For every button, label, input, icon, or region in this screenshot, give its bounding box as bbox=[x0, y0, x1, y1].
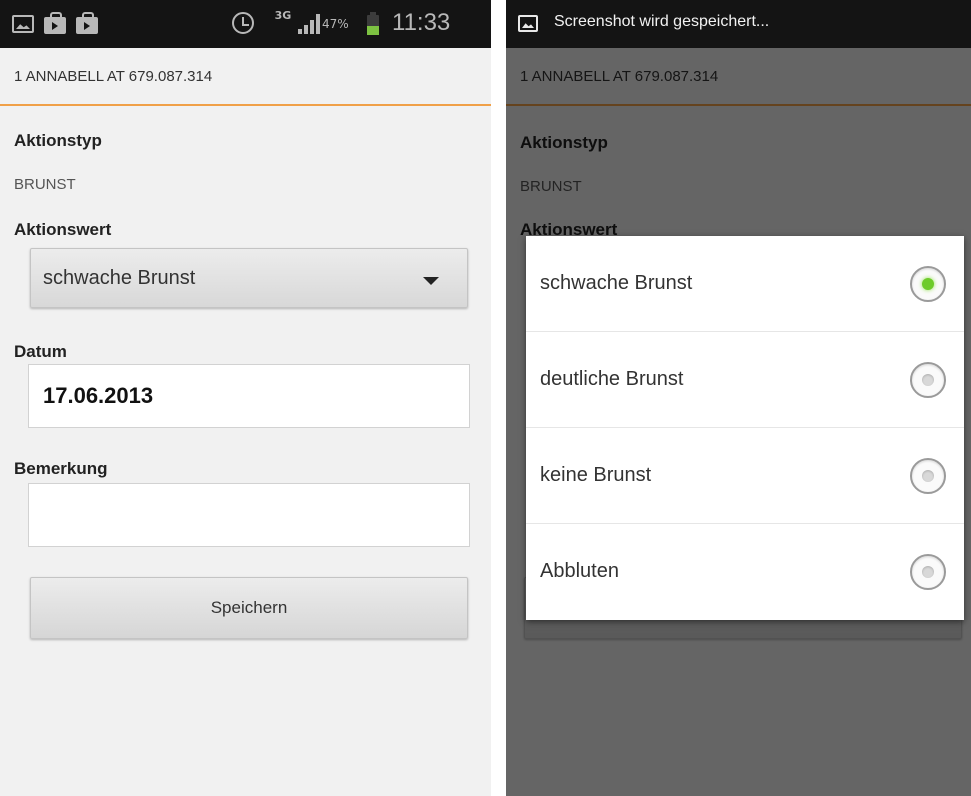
title-bar: 1 ANNABELL AT 679.087.314 bbox=[0, 48, 491, 106]
save-button[interactable]: Speichern bbox=[30, 577, 468, 639]
battery-icon bbox=[367, 12, 379, 35]
option-dialog: schwache Brunst deutliche Brunst keine B… bbox=[526, 236, 964, 620]
radio-icon[interactable] bbox=[910, 554, 946, 590]
notification-text: Screenshot wird gespeichert... bbox=[554, 13, 770, 30]
image-icon bbox=[12, 15, 34, 33]
radio-icon[interactable] bbox=[910, 266, 946, 302]
option-label: keine Brunst bbox=[540, 464, 652, 486]
date-field[interactable]: 17.06.2013 bbox=[28, 364, 470, 428]
dropdown-arrow-icon bbox=[423, 277, 439, 285]
date-value: 17.06.2013 bbox=[43, 383, 154, 408]
date-label: Datum bbox=[14, 342, 67, 361]
dialog-option[interactable]: Abbluten bbox=[526, 524, 964, 620]
remark-label: Bemerkung bbox=[14, 459, 108, 478]
action-value-spinner[interactable]: schwache Brunst bbox=[30, 248, 468, 308]
battery-percent: 47% bbox=[322, 17, 349, 31]
alarm-clock-icon bbox=[232, 12, 254, 34]
action-type-value: BRUNST bbox=[14, 176, 76, 193]
radio-icon[interactable] bbox=[910, 458, 946, 494]
action-type-label: Aktionstyp bbox=[14, 131, 102, 150]
remark-field[interactable] bbox=[28, 483, 470, 547]
radio-icon[interactable] bbox=[910, 362, 946, 398]
signal-icon bbox=[298, 14, 320, 34]
shopping-bag-icon bbox=[76, 12, 98, 34]
network-type: 3G bbox=[274, 9, 292, 22]
option-label: Abbluten bbox=[540, 560, 619, 582]
dialog-screen: Screenshot wird gespeichert... 1 ANNABEL… bbox=[506, 0, 971, 796]
option-label: schwache Brunst bbox=[540, 272, 693, 294]
clock: 11:33 bbox=[392, 9, 451, 36]
form-screen: 3G 47% 11:33 1 ANNABELL AT 679.087.314 A… bbox=[0, 0, 491, 796]
page-title: 1 ANNABELL AT 679.087.314 bbox=[14, 68, 213, 85]
action-value-label: Aktionswert bbox=[14, 220, 112, 239]
status-bar: Screenshot wird gespeichert... bbox=[506, 0, 971, 48]
spinner-selected-value: schwache Brunst bbox=[43, 267, 196, 289]
image-icon bbox=[518, 15, 538, 32]
dialog-option[interactable]: deutliche Brunst bbox=[526, 332, 964, 428]
status-bar: 3G 47% 11:33 bbox=[0, 0, 491, 48]
option-label: deutliche Brunst bbox=[540, 368, 684, 390]
shopping-bag-icon bbox=[44, 12, 66, 34]
dialog-option[interactable]: keine Brunst bbox=[526, 428, 964, 524]
battery-level-fill bbox=[367, 25, 379, 35]
dialog-option[interactable]: schwache Brunst bbox=[526, 236, 964, 332]
